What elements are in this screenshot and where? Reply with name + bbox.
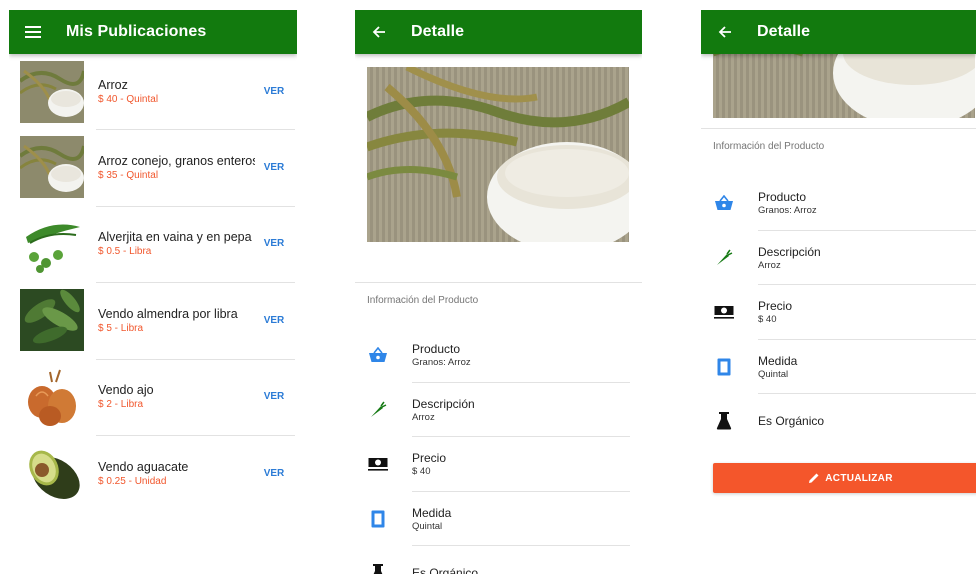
app-bar: Detalle [355, 10, 642, 54]
detail-screen: Detalle Información del Producto Product… [355, 10, 642, 574]
field-label: Medida [758, 353, 798, 368]
list-item[interactable]: Vendo aguacate $ 0.25 - Unidad VER [9, 435, 297, 512]
item-price: $ 0.5 - Libra [98, 246, 152, 258]
update-button-label: ACTUALIZAR [825, 472, 893, 484]
carrot-icon [704, 249, 744, 267]
item-name: Alverjita en vaina y en pepa [98, 230, 252, 245]
list-item[interactable]: Arroz $ 40 - Quintal VER [9, 54, 297, 129]
info-row-descripcion: Descripción Arroz [355, 383, 642, 437]
rice-thumbnail [20, 136, 84, 199]
update-button[interactable]: ACTUALIZAR [713, 463, 976, 493]
arrow-back-icon[interactable] [701, 25, 749, 39]
page-title: Detalle [757, 23, 811, 40]
app-bar: Mis Publicaciones [9, 10, 297, 54]
pencil-icon [809, 473, 819, 483]
field-value: Quintal [758, 368, 789, 380]
onions-thumbnail [20, 365, 84, 428]
view-button[interactable]: VER [255, 391, 293, 402]
field-value: Quintal [412, 520, 443, 532]
section-label: Información del Producto [713, 141, 825, 152]
view-button[interactable]: VER [255, 315, 293, 326]
info-row-producto: Producto Granos: Arroz [355, 328, 642, 383]
item-price: $ 2 - Libra [98, 399, 144, 411]
field-value: Granos: Arroz [758, 205, 817, 217]
view-button[interactable]: VER [255, 468, 293, 479]
flask-icon [704, 412, 744, 430]
item-name: Vendo almendra por libra [98, 306, 238, 321]
detail-screen-scrolled: Detalle Información del Producto Product… [701, 10, 976, 574]
money-icon [704, 305, 744, 319]
hamburger-menu-icon[interactable] [9, 26, 57, 38]
info-row-medida: Medida Quintal [701, 340, 976, 394]
field-value: Arroz [412, 411, 435, 423]
page-title: Detalle [411, 23, 465, 40]
info-row-organico: Es Orgánico [355, 546, 642, 574]
list-item[interactable]: Vendo almendra por libra $ 5 - Libra VER [9, 282, 297, 359]
field-label: Es Orgánico [412, 566, 479, 574]
app-bar: Detalle [701, 10, 976, 54]
info-row-precio: Precio $ 40 [355, 437, 642, 492]
item-name: Vendo aguacate [98, 459, 189, 474]
basket-icon [704, 195, 744, 211]
publication-list: Arroz $ 40 - Quintal VER Arroz conejo, g… [9, 54, 297, 512]
section-label: Información del Producto [367, 295, 479, 306]
field-label: Precio [412, 451, 447, 466]
field-label: Producto [758, 190, 807, 205]
info-row-precio: Precio $ 40 [701, 285, 976, 340]
item-name: Arroz [98, 78, 128, 92]
basket-icon [358, 347, 398, 363]
field-label: Precio [758, 299, 793, 314]
info-row-medida: Medida Quintal [355, 492, 642, 546]
arrow-back-icon[interactable] [355, 25, 403, 39]
item-name: Arroz conejo, granos enteros [98, 153, 255, 168]
ruler-icon [358, 510, 398, 528]
item-price: $ 5 - Libra [98, 322, 144, 334]
product-image [367, 67, 629, 242]
product-info-list: Producto Granos: Arroz Descripción Arroz… [701, 176, 976, 449]
list-item[interactable]: Arroz conejo, granos enteros $ 35 - Quin… [9, 129, 297, 206]
item-price: $ 0.25 - Unidad [98, 475, 167, 487]
field-label: Es Orgánico [758, 414, 825, 429]
info-row-descripcion: Descripción Arroz [701, 231, 976, 285]
field-value: Arroz [758, 259, 781, 271]
field-label: Descripción [412, 396, 475, 411]
publications-screen: Mis Publicaciones Arroz $ 40 - Quintal V… [9, 10, 297, 574]
peas-thumbnail [20, 212, 84, 275]
list-item[interactable]: Vendo ajo $ 2 - Libra VER [9, 358, 297, 436]
info-row-producto: Producto Granos: Arroz [701, 176, 976, 231]
product-info-list: Producto Granos: Arroz Descripción Arroz… [355, 328, 642, 574]
money-icon [358, 457, 398, 471]
field-label: Descripción [758, 244, 821, 259]
carrot-icon [358, 401, 398, 419]
flask-icon [358, 564, 398, 574]
avocado-thumbnail [20, 442, 84, 505]
field-label: Medida [412, 505, 452, 520]
ruler-icon [704, 358, 744, 376]
almond-leaves-thumbnail [20, 289, 84, 352]
field-label: Producto [412, 342, 461, 357]
view-button[interactable]: VER [255, 238, 293, 249]
rice-thumbnail [20, 60, 84, 123]
item-price: $ 40 - Quintal [98, 94, 159, 105]
view-button[interactable]: VER [255, 162, 293, 173]
field-value: Granos: Arroz [412, 357, 471, 369]
field-value: $ 40 [758, 314, 777, 326]
item-price: $ 35 - Quintal [98, 169, 159, 181]
field-value: $ 40 [412, 466, 431, 478]
list-item[interactable]: Alverjita en vaina y en pepa $ 0.5 - Lib… [9, 205, 297, 283]
info-row-organico: Es Orgánico [701, 394, 976, 449]
page-title: Mis Publicaciones [66, 23, 207, 40]
view-button[interactable]: VER [255, 86, 293, 97]
item-name: Vendo ajo [98, 383, 154, 398]
